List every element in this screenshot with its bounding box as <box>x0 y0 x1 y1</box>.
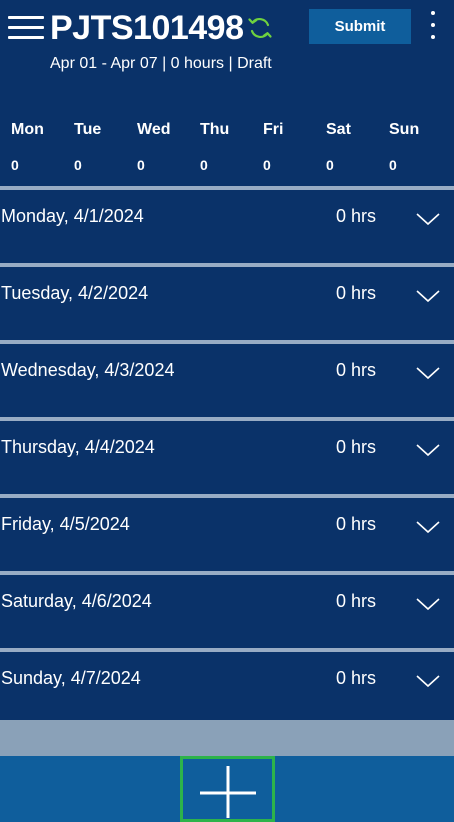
day-row-label: Saturday, 4/6/2024 <box>1 591 152 611</box>
day-row-label: Monday, 4/1/2024 <box>1 206 144 226</box>
week-day-label: Fri <box>263 121 284 138</box>
week-day-total: 0 <box>11 157 19 173</box>
chevron-down-icon[interactable] <box>416 520 440 534</box>
day-row-wednesday[interactable]: Wednesday, 4/3/2024 0 hrs <box>0 340 454 417</box>
week-day-label: Mon <box>11 121 44 138</box>
week-day-total: 0 <box>74 157 82 173</box>
day-row-hours: 0 hrs <box>336 283 377 303</box>
week-day-mon: Mon 0 <box>11 118 74 174</box>
day-row-label: Wednesday, 4/3/2024 <box>1 360 175 380</box>
day-row-tuesday[interactable]: Tuesday, 4/2/2024 0 hrs <box>0 263 454 340</box>
day-row-monday[interactable]: Monday, 4/1/2024 0 hrs <box>0 186 454 263</box>
timesheet-summary: Apr 01 - Apr 07 | 0 hours | Draft <box>50 55 272 72</box>
week-day-thu: Thu 0 <box>200 118 263 174</box>
day-row-thursday[interactable]: Thursday, 4/4/2024 0 hrs <box>0 417 454 494</box>
day-row-label: Thursday, 4/4/2024 <box>1 437 155 457</box>
day-row-hours: 0 hrs <box>336 360 377 380</box>
day-row-label: Tuesday, 4/2/2024 <box>1 283 149 303</box>
timesheet-title: PJTS101498 <box>50 9 244 47</box>
week-day-total: 0 <box>137 157 145 173</box>
week-day-fri: Fri 0 <box>263 118 326 174</box>
day-row-saturday[interactable]: Saturday, 4/6/2024 0 hrs <box>0 571 454 648</box>
day-row-hours: 0 hrs <box>336 514 377 534</box>
week-day-tue: Tue 0 <box>74 118 137 174</box>
week-day-sat: Sat 0 <box>326 118 389 174</box>
chevron-down-icon[interactable] <box>416 674 440 688</box>
week-day-label: Thu <box>200 121 230 138</box>
day-row-hours: 0 hrs <box>336 206 377 226</box>
week-day-label: Wed <box>137 121 171 138</box>
day-list: Monday, 4/1/2024 0 hrs Tuesday, 4/2/2024… <box>0 186 454 725</box>
list-end-divider <box>0 720 454 756</box>
chevron-down-icon[interactable] <box>416 443 440 457</box>
more-vertical-icon[interactable] <box>426 8 440 44</box>
week-day-total: 0 <box>326 157 334 173</box>
chevron-down-icon[interactable] <box>416 212 440 226</box>
week-day-total: 0 <box>200 157 208 173</box>
week-summary: Mon 0 Tue 0 Wed 0 Thu 0 Fri 0 Sat 0 Sun … <box>0 118 454 186</box>
day-row-sunday[interactable]: Sunday, 4/7/2024 0 hrs <box>0 648 454 725</box>
day-row-hours: 0 hrs <box>336 437 377 457</box>
refresh-icon[interactable] <box>246 14 274 42</box>
hamburger-menu-icon[interactable] <box>8 16 44 40</box>
day-row-label: Friday, 4/5/2024 <box>1 514 130 534</box>
day-row-friday[interactable]: Friday, 4/5/2024 0 hrs <box>0 494 454 571</box>
chevron-down-icon[interactable] <box>416 597 440 611</box>
plus-icon <box>200 766 256 818</box>
week-day-label: Sun <box>389 121 420 138</box>
chevron-down-icon[interactable] <box>416 289 440 303</box>
add-entry-button[interactable] <box>180 756 275 822</box>
week-day-label: Sat <box>326 121 351 138</box>
footer-bar <box>0 756 454 822</box>
submit-button[interactable]: Submit <box>309 9 411 44</box>
app-header: PJTS101498 Submit Apr 01 - Apr 07 | 0 ho… <box>0 0 454 112</box>
day-row-label: Sunday, 4/7/2024 <box>1 668 141 688</box>
week-day-total: 0 <box>263 157 271 173</box>
week-day-label: Tue <box>74 121 102 138</box>
day-row-hours: 0 hrs <box>336 591 377 611</box>
week-day-sun: Sun 0 <box>389 118 452 174</box>
chevron-down-icon[interactable] <box>416 366 440 380</box>
day-row-hours: 0 hrs <box>336 668 377 688</box>
week-day-total: 0 <box>389 157 397 173</box>
week-day-wed: Wed 0 <box>137 118 200 174</box>
